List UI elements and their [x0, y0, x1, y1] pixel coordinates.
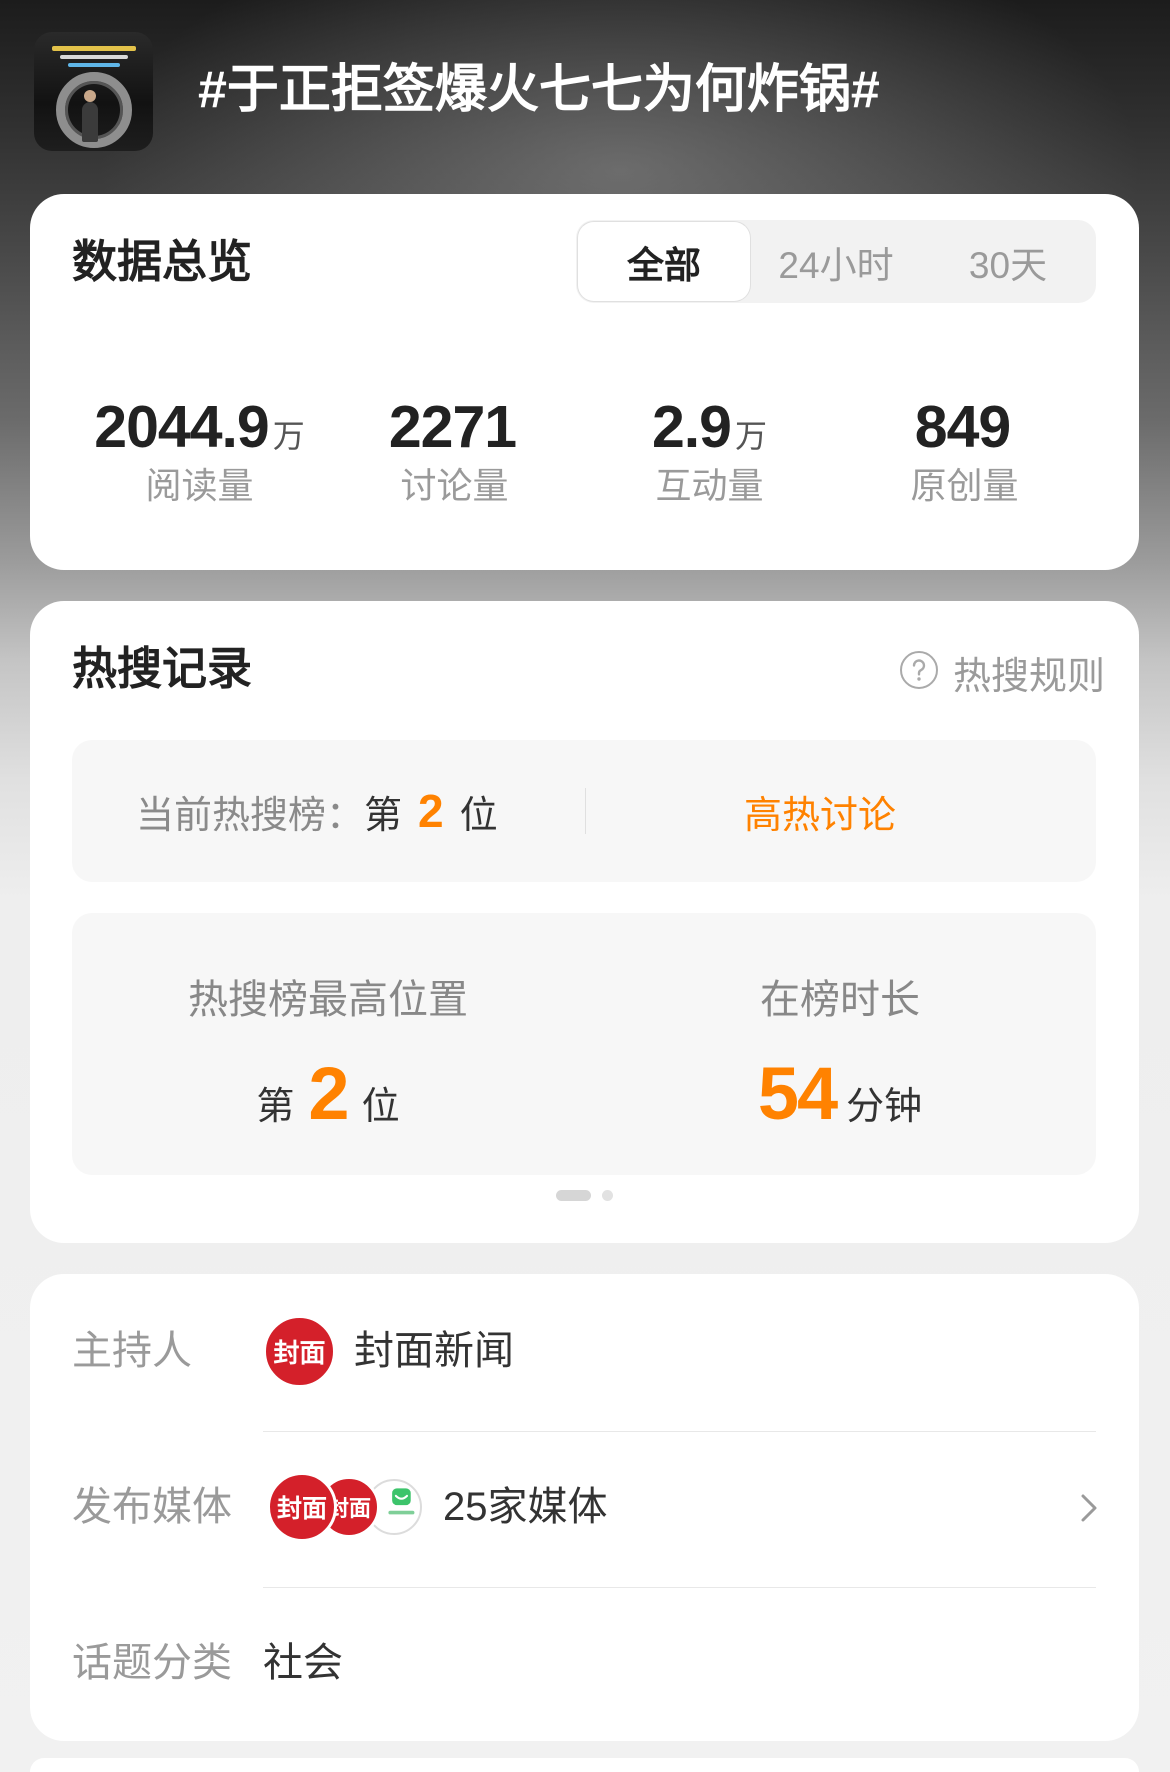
page-indicator-dot: [602, 1190, 613, 1201]
rank-suffix: 位: [361, 1086, 400, 1128]
vertical-divider: [585, 788, 586, 834]
peak-stats-box: 热搜榜最高位置 第 2 位 在榜时长 54 分钟: [72, 913, 1096, 1175]
hot-search-rules-link[interactable]: 热搜规则: [899, 650, 1105, 698]
host-logo[interactable]: 封面: [263, 1315, 336, 1388]
rank-prefix: 第: [256, 1086, 295, 1128]
chevron-right-icon[interactable]: [1080, 1493, 1098, 1523]
current-rank-box: 当前热搜榜： 第 2 位 高热讨论: [72, 740, 1096, 882]
duration-value: 54 分钟: [584, 1054, 1096, 1134]
media-count[interactable]: 25家媒体: [443, 1482, 608, 1532]
topic-thumbnail: [34, 32, 153, 151]
stat-value: 849: [914, 394, 1011, 460]
duration-number: 54: [757, 1052, 838, 1135]
stat-label: 讨论量: [400, 465, 509, 506]
stat-originals: 849 原创量: [837, 394, 1092, 514]
stat-value: 2271: [388, 394, 517, 460]
question-circle-icon: [899, 650, 939, 695]
data-overview-card: 数据总览 全部 24小时 30天 2044.9 万 阅读量 2271 讨论量 2.…: [30, 194, 1139, 570]
row-divider: [263, 1431, 1096, 1432]
tab-30d[interactable]: 30天: [922, 222, 1094, 301]
current-rank: 当前热搜榜： 第 2 位: [136, 740, 498, 882]
category-label: 话题分类: [72, 1641, 232, 1685]
stat-value: 2044.9: [94, 394, 269, 460]
row-divider: [263, 1587, 1096, 1588]
topic-title: #于正拒签爆火七七为何炸锅#: [198, 61, 880, 119]
rank-suffix: 位: [459, 794, 498, 837]
tab-all[interactable]: 全部: [578, 222, 750, 301]
tab-24h[interactable]: 24小时: [750, 222, 922, 301]
media-label: 发布媒体: [72, 1485, 232, 1529]
current-rank-number: 2: [418, 785, 444, 837]
peak-rank-number: 2: [308, 1052, 349, 1135]
hot-search-record-card: 热搜记录 热搜规则 当前热搜榜： 第 2 位 高热讨论 热搜榜最高位置 第 2 …: [30, 601, 1139, 1243]
rules-label: 热搜规则: [952, 655, 1105, 698]
stat-discussions: 2271 讨论量: [327, 394, 582, 514]
rank-prefix: 第: [364, 794, 403, 837]
stat-unit: 万: [735, 418, 768, 454]
peak-rank: 热搜榜最高位置 第 2 位: [72, 913, 584, 1175]
stat-reads: 2044.9 万 阅读量: [72, 394, 327, 514]
overview-title: 数据总览: [72, 236, 253, 287]
media-logo-1[interactable]: 封面: [267, 1472, 337, 1542]
topic-info-card: 主持人 封面 封面新闻 发布媒体 封面 封面 25家媒体 话题分类 社会: [30, 1274, 1139, 1741]
current-rank-label: 当前热搜榜：: [136, 794, 365, 837]
category-value: 社会: [263, 1641, 343, 1685]
next-card: [30, 1758, 1139, 1772]
hot-discussion-tag: 高热讨论: [743, 794, 896, 837]
stat-label: 原创量: [910, 465, 1019, 506]
duration-unit: 分钟: [846, 1086, 923, 1128]
on-list-duration: 在榜时长 54 分钟: [584, 913, 1096, 1175]
stat-value: 2.9: [651, 394, 732, 460]
stats-row: 2044.9 万 阅读量 2271 讨论量 2.9 万 互动量 849 原创量: [72, 394, 1092, 514]
stat-label: 阅读量: [145, 465, 254, 506]
stat-interactions: 2.9 万 互动量: [582, 394, 837, 514]
hot-search-title: 热搜记录: [72, 643, 253, 694]
stat-unit: 万: [272, 418, 305, 454]
host-label: 主持人: [72, 1329, 192, 1373]
page-indicator-active: [556, 1190, 591, 1201]
time-range-segmented-control: 全部 24小时 30天: [576, 220, 1096, 303]
peak-rank-value: 第 2 位: [72, 1054, 584, 1134]
stat-label: 互动量: [655, 465, 764, 506]
host-name[interactable]: 封面新闻: [354, 1326, 514, 1376]
duration-label: 在榜时长: [760, 978, 920, 1022]
peak-rank-label: 热搜榜最高位置: [188, 978, 468, 1022]
